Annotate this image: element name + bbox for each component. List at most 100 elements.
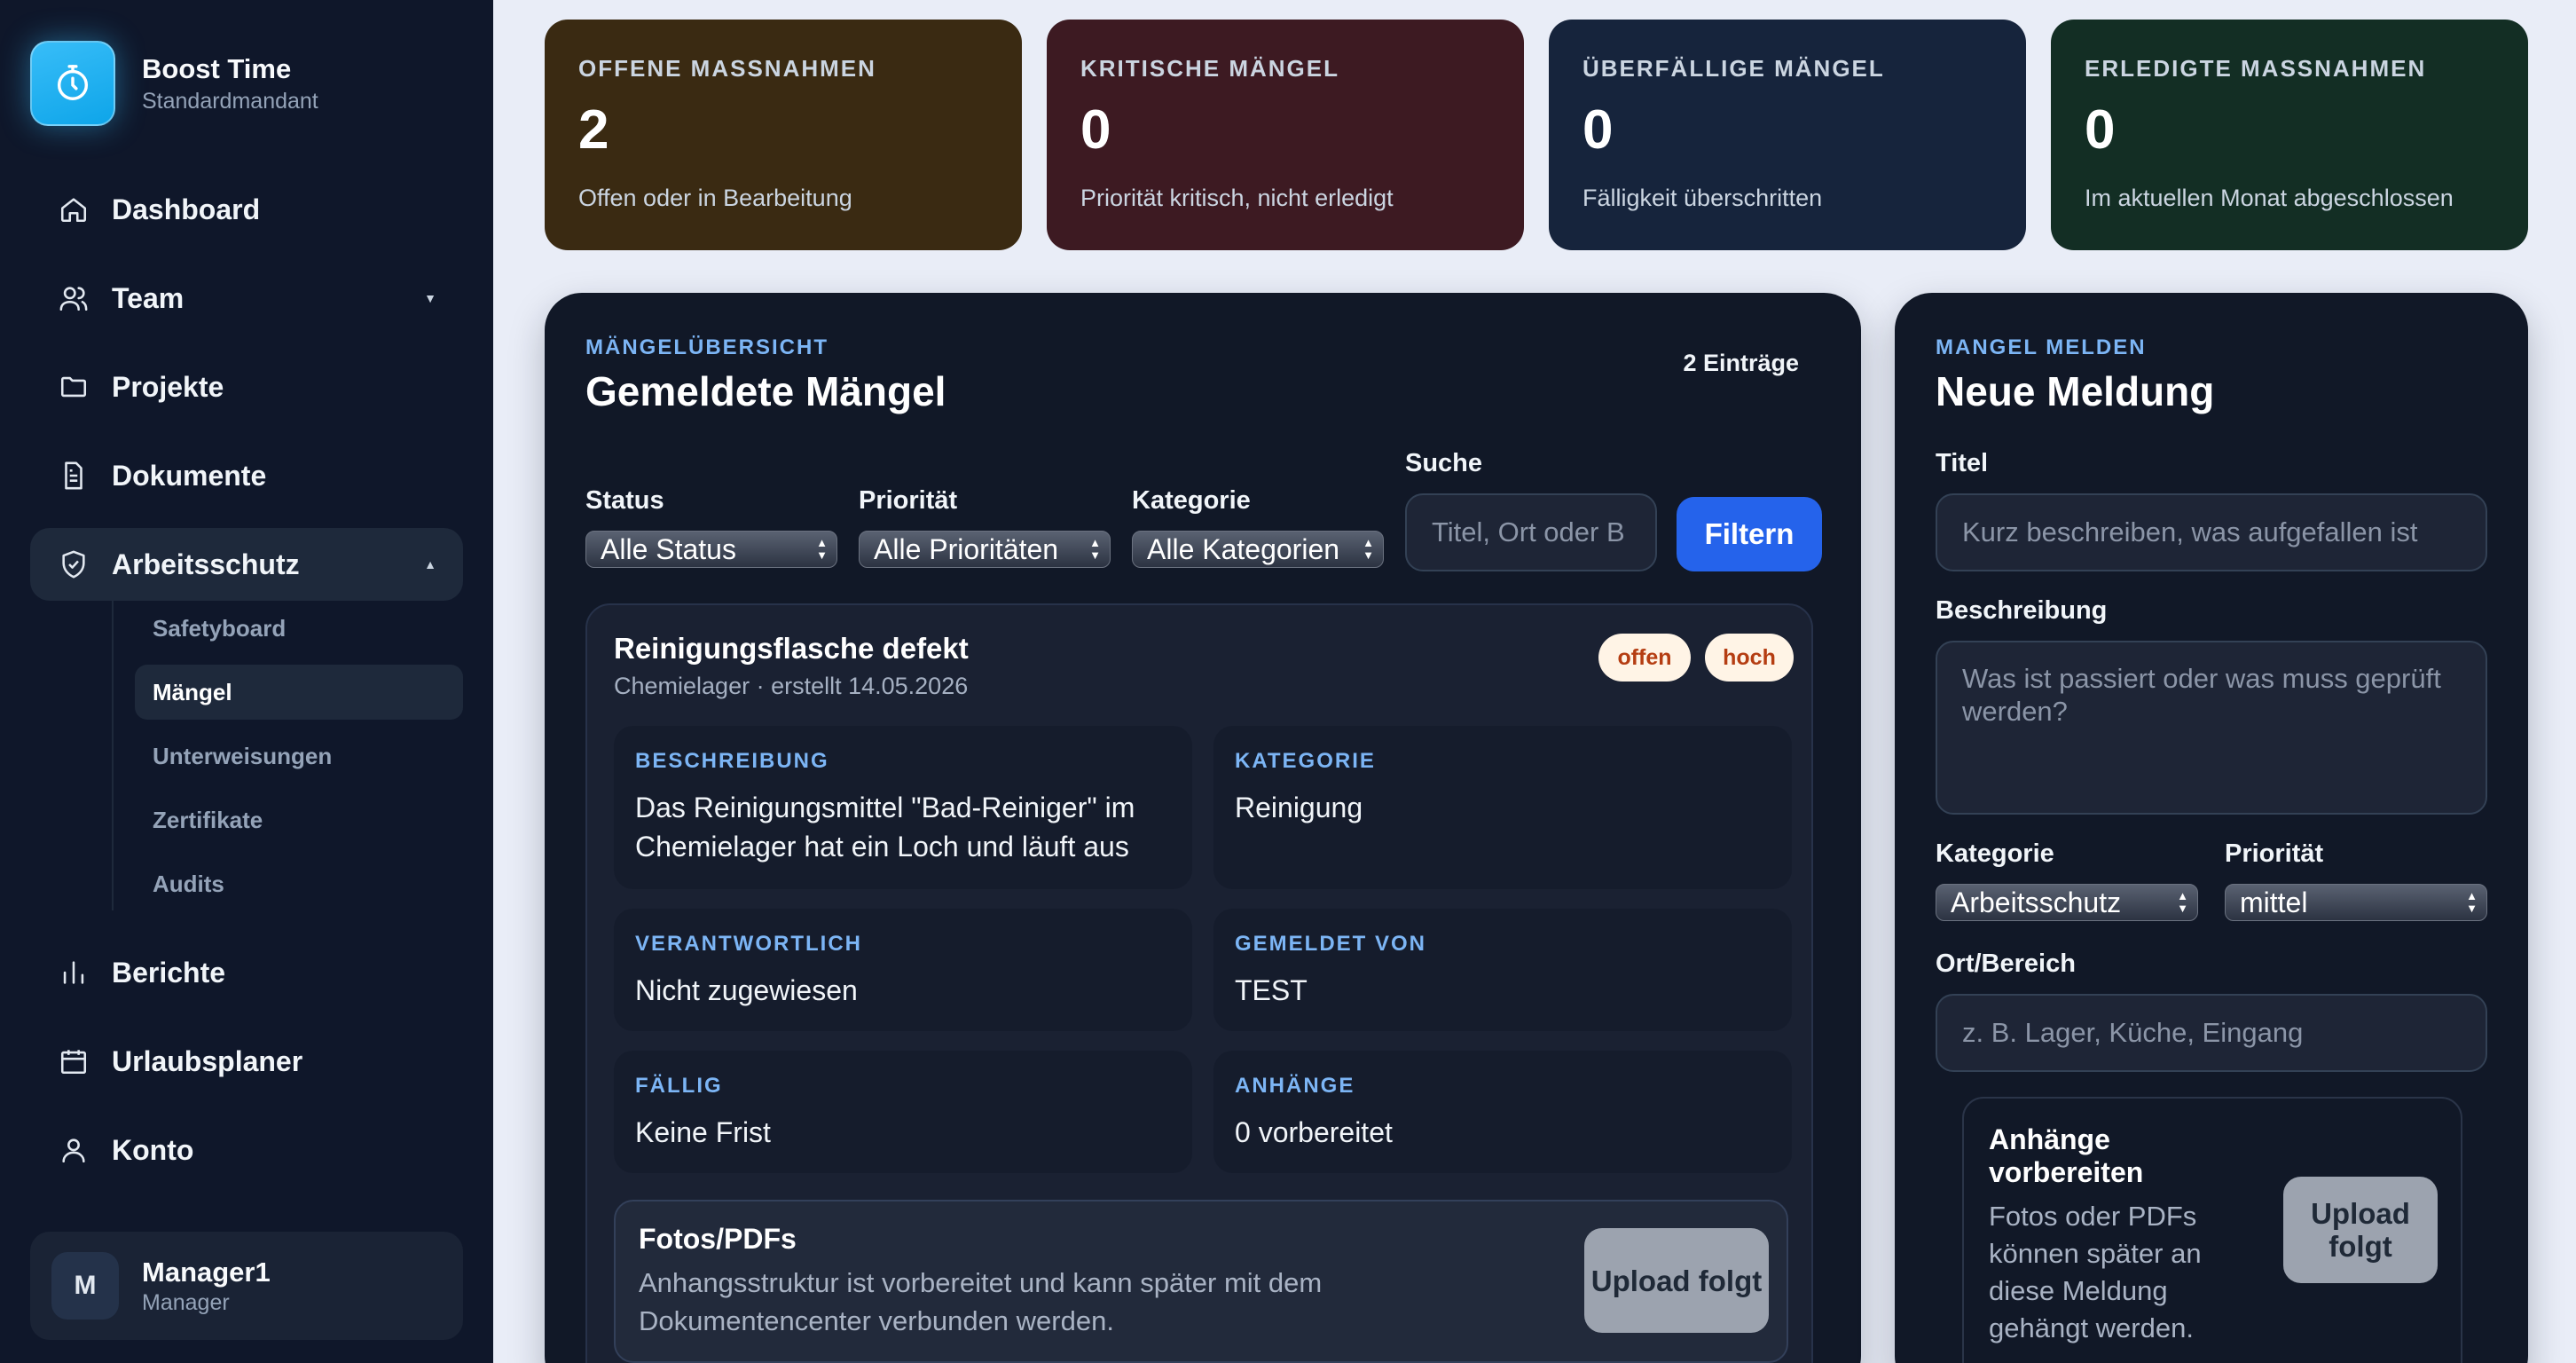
stat-value: 0 — [1583, 99, 1614, 161]
description-label: Beschreibung — [1936, 596, 2108, 625]
field-label: KATEGORIE — [1235, 749, 1376, 773]
stat-card-ueberfaellige-maengel: ÜBERFÄLLIGE MÄNGEL 0 Fälligkeit überschr… — [1549, 20, 2026, 250]
defects-overview-panel: MÄNGELÜBERSICHT Gemeldete Mängel 2 Eintr… — [545, 293, 1861, 1363]
field-value: Das Reinigungsmittel "Bad-Reiniger" im C… — [635, 792, 1135, 863]
attachments-title: Fotos/PDFs — [639, 1223, 797, 1255]
bar-chart-icon — [57, 956, 90, 989]
category-select[interactable]: Arbeitsschutz ▲ ▼ — [1936, 884, 2198, 921]
select-arrows-icon: ▲ ▼ — [2466, 889, 2478, 915]
nav-label: Konto — [112, 1133, 194, 1166]
field-anhaenge: ANHÄNGE 0 vorbereitet — [1213, 1051, 1792, 1173]
search-input[interactable]: Titel, Ort oder B — [1405, 493, 1657, 571]
attachments-section: Fotos/PDFs Anhangsstruktur ist vorbereit… — [614, 1200, 1788, 1363]
nav-label: Dokumente — [112, 459, 267, 492]
stat-label: KRITISCHE MÄNGEL — [1080, 55, 1339, 82]
folder-icon — [57, 370, 90, 404]
field-faellig: FÄLLIG Keine Frist — [614, 1051, 1192, 1173]
avatar: M — [51, 1252, 119, 1320]
title-label: Titel — [1936, 449, 1989, 477]
field-kategorie: KATEGORIE Reinigung — [1213, 726, 1792, 889]
main-content: OFFENE MASSNAHMEN 2 Offen oder in Bearbe… — [493, 0, 2576, 1363]
users-icon — [57, 281, 90, 315]
field-value: Nicht zugewiesen — [635, 974, 858, 1006]
description-textarea[interactable]: Was ist passiert oder was muss geprüft w… — [1936, 641, 2487, 815]
home-icon — [57, 193, 90, 226]
select-arrows-icon: ▲ ▼ — [2177, 889, 2188, 915]
tenant-name: Standardmandant — [142, 88, 318, 114]
defect-card[interactable]: Reinigungsflasche defekt Chemielager · e… — [585, 603, 1813, 1363]
field-label: BESCHREIBUNG — [635, 749, 829, 773]
nav-item-dashboard[interactable]: Dashboard — [30, 173, 463, 246]
stopwatch-icon — [30, 41, 115, 126]
stat-description: Offen oder in Bearbeitung — [578, 185, 852, 211]
sidebar-item-audits[interactable]: Audits — [135, 856, 463, 911]
nav-label: Urlaubsplaner — [112, 1044, 303, 1077]
user-icon — [57, 1133, 90, 1167]
chevron-up-icon: ▲ — [424, 557, 436, 571]
panel-eyebrow: MANGEL MELDEN — [1936, 335, 2147, 359]
brand[interactable]: Boost Time Standardmandant — [30, 41, 318, 126]
status-filter-label: Status — [585, 486, 664, 515]
stat-label: ÜBERFÄLLIGE MÄNGEL — [1583, 55, 1885, 82]
sidebar-item-unterweisungen[interactable]: Unterweisungen — [135, 729, 463, 784]
category-select[interactable]: Alle Kategorien ▲ ▼ — [1132, 531, 1384, 568]
sidebar-item-maengel[interactable]: Mängel — [135, 665, 463, 720]
attachments-text: Anhangsstruktur ist vorbereitet und kann… — [639, 1267, 1323, 1336]
nav-item-team[interactable]: Team ▼ — [30, 262, 463, 335]
filter-button[interactable]: Filtern — [1677, 497, 1822, 571]
upload-button[interactable]: Upload folgt — [2283, 1177, 2438, 1283]
sidebar-item-zertifikate[interactable]: Zertifikate — [135, 792, 463, 847]
nav-item-arbeitsschutz[interactable]: Arbeitsschutz ▲ — [30, 528, 463, 601]
category-label: Kategorie — [1936, 839, 2054, 868]
defect-title: Reinigungsflasche defekt — [614, 632, 969, 665]
stat-value: 0 — [2085, 99, 2116, 161]
nav-item-projekte[interactable]: Projekte — [30, 351, 463, 423]
stat-description: Fälligkeit überschritten — [1583, 185, 1823, 211]
shield-check-icon — [57, 548, 90, 581]
user-card[interactable]: M Manager1 Manager — [30, 1232, 463, 1340]
priority-badge: hoch — [1705, 634, 1794, 682]
stat-description: Im aktuellen Monat abgeschlossen — [2085, 185, 2454, 211]
field-verantwortlich: VERANTWORTLICH Nicht zugewiesen — [614, 909, 1192, 1031]
priority-select[interactable]: mittel ▲ ▼ — [2225, 884, 2487, 921]
defect-meta: Chemielager · erstellt 14.05.2026 — [614, 673, 969, 699]
user-name: Manager1 — [142, 1256, 271, 1288]
select-arrows-icon: ▲ ▼ — [816, 536, 828, 562]
status-badge: offen — [1598, 634, 1691, 682]
calendar-icon — [57, 1044, 90, 1078]
sidebar-item-safetyboard[interactable]: Safetyboard — [135, 601, 463, 656]
stat-label: OFFENE MASSNAHMEN — [578, 55, 876, 82]
field-beschreibung: BESCHREIBUNG Das Reinigungsmittel "Bad-R… — [614, 726, 1192, 889]
panel-title: Neue Meldung — [1936, 368, 2215, 414]
select-arrows-icon: ▲ ▼ — [1363, 536, 1374, 562]
upload-button[interactable]: Upload folgt — [1584, 1228, 1769, 1333]
nav-label: Team — [112, 281, 185, 314]
field-label: ANHÄNGE — [1235, 1074, 1355, 1098]
document-icon — [57, 459, 90, 492]
subnav-divider — [112, 598, 114, 910]
nav-item-urlaubsplaner[interactable]: Urlaubsplaner — [30, 1025, 463, 1098]
attachments-prep-text: Fotos oder PDFs können später an diese M… — [1989, 1201, 2202, 1343]
nav-label: Berichte — [112, 956, 226, 989]
nav-item-berichte[interactable]: Berichte — [30, 936, 463, 1009]
chevron-down-icon: ▼ — [424, 291, 436, 305]
stat-card-erledigte-massnahmen: ERLEDIGTE MASSNAHMEN 0 Im aktuellen Mona… — [2051, 20, 2528, 250]
location-label: Ort/Bereich — [1936, 949, 2076, 978]
select-arrows-icon: ▲ ▼ — [1089, 536, 1101, 562]
field-value: Keine Frist — [635, 1116, 771, 1148]
stat-description: Priorität kritisch, nicht erledigt — [1080, 185, 1394, 211]
field-label: FÄLLIG — [635, 1074, 723, 1098]
priority-filter-label: Priorität — [859, 486, 958, 515]
search-label: Suche — [1405, 449, 1483, 477]
nav-item-dokumente[interactable]: Dokumente — [30, 439, 463, 512]
entries-count: 2 Einträge — [1683, 350, 1799, 376]
field-label: GEMELDET VON — [1235, 932, 1427, 956]
field-label: VERANTWORTLICH — [635, 932, 862, 956]
status-select[interactable]: Alle Status ▲ ▼ — [585, 531, 837, 568]
new-report-panel: MANGEL MELDEN Neue Meldung Titel Kurz be… — [1895, 293, 2528, 1363]
title-input[interactable]: Kurz beschreiben, was aufgefallen ist — [1936, 493, 2487, 571]
location-input[interactable]: z. B. Lager, Küche, Eingang — [1936, 994, 2487, 1072]
field-value: Reinigung — [1235, 792, 1363, 823]
priority-select[interactable]: Alle Prioritäten ▲ ▼ — [859, 531, 1111, 568]
nav-item-konto[interactable]: Konto — [30, 1114, 463, 1186]
